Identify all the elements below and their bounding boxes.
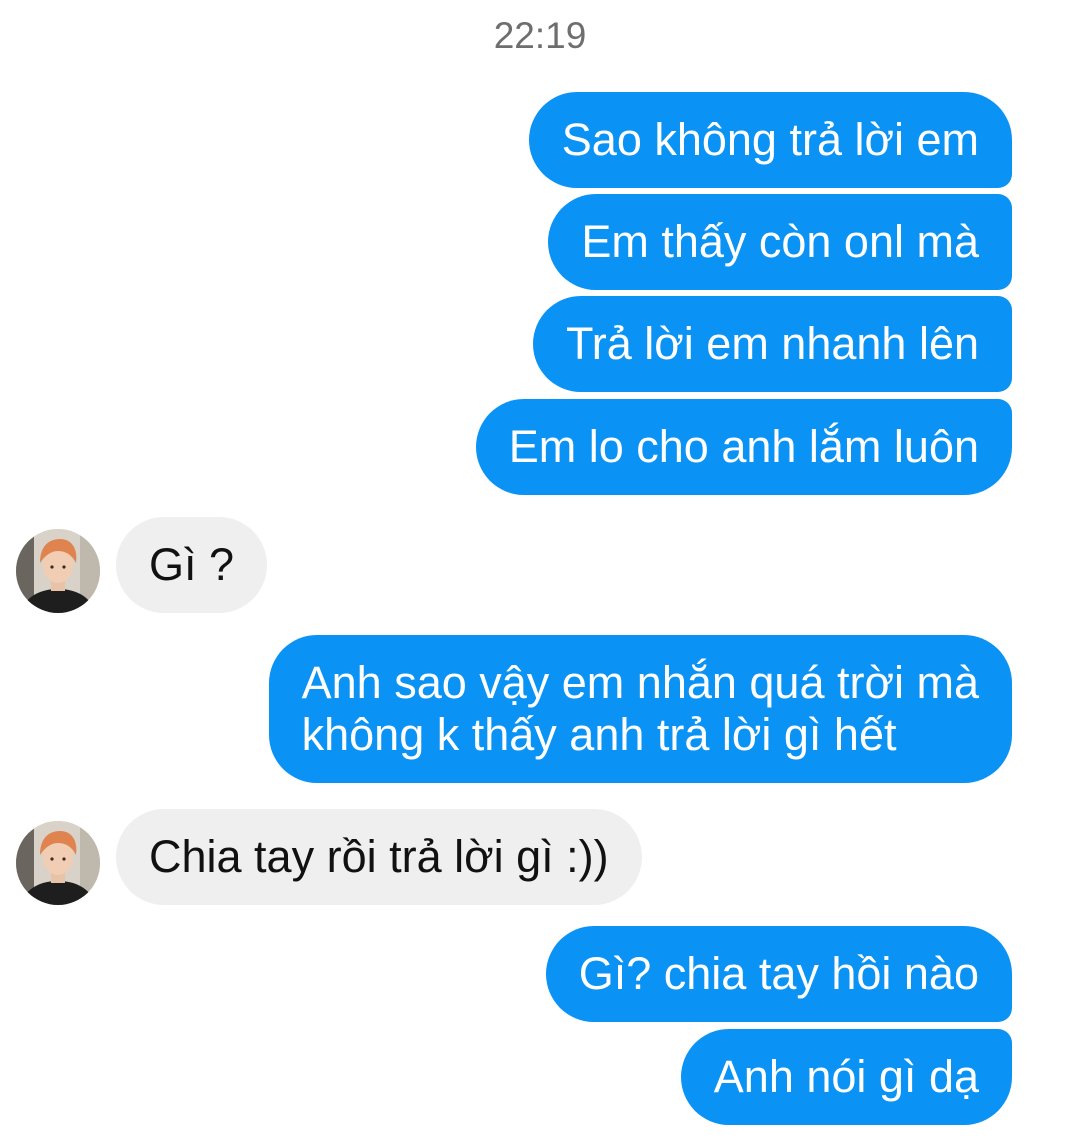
- message-timestamp: 22:19: [493, 15, 587, 56]
- contact-avatar[interactable]: [16, 529, 100, 613]
- avatar-photo-icon: [16, 821, 100, 905]
- sent-message-bubble[interactable]: Anh nói gì dạ: [680, 1029, 1012, 1125]
- sent-message-bubble[interactable]: Em thấy còn onl mà: [548, 194, 1012, 290]
- message-text: Em lo cho anh lắm luôn: [508, 421, 979, 472]
- contact-avatar[interactable]: [16, 821, 100, 905]
- received-message-bubble[interactable]: Gì ?: [116, 517, 268, 613]
- message-text: Em thấy còn onl mà: [581, 216, 979, 267]
- message-text: Chia tay rồi trả lời gì :)): [149, 831, 609, 882]
- avatar-photo-icon: [16, 529, 100, 613]
- received-message-bubble[interactable]: Chia tay rồi trả lời gì :)): [116, 809, 642, 905]
- message-text: Anh nói gì dạ: [713, 1051, 979, 1102]
- sent-message-bubble[interactable]: Em lo cho anh lắm luôn: [475, 399, 1012, 495]
- message-text: Gì ?: [149, 539, 235, 590]
- message-text: Trả lời em nhanh lên: [565, 318, 979, 369]
- sent-message-bubble[interactable]: Gì? chia tay hồi nào: [545, 926, 1012, 1022]
- message-text-line: không k thấy anh trả lời gì hết: [301, 709, 897, 760]
- sent-message-bubble[interactable]: Sao không trả lời em: [528, 92, 1012, 188]
- message-text-line: Anh sao vậy em nhắn quá trời mà: [301, 657, 979, 708]
- sent-message-bubble[interactable]: Trả lời em nhanh lên: [532, 296, 1012, 392]
- message-text: Sao không trả lời em: [561, 114, 979, 165]
- message-text: Gì? chia tay hồi nào: [578, 948, 979, 999]
- sent-message-bubble[interactable]: Anh sao vậy em nhắn quá trời mà không k …: [268, 635, 1012, 783]
